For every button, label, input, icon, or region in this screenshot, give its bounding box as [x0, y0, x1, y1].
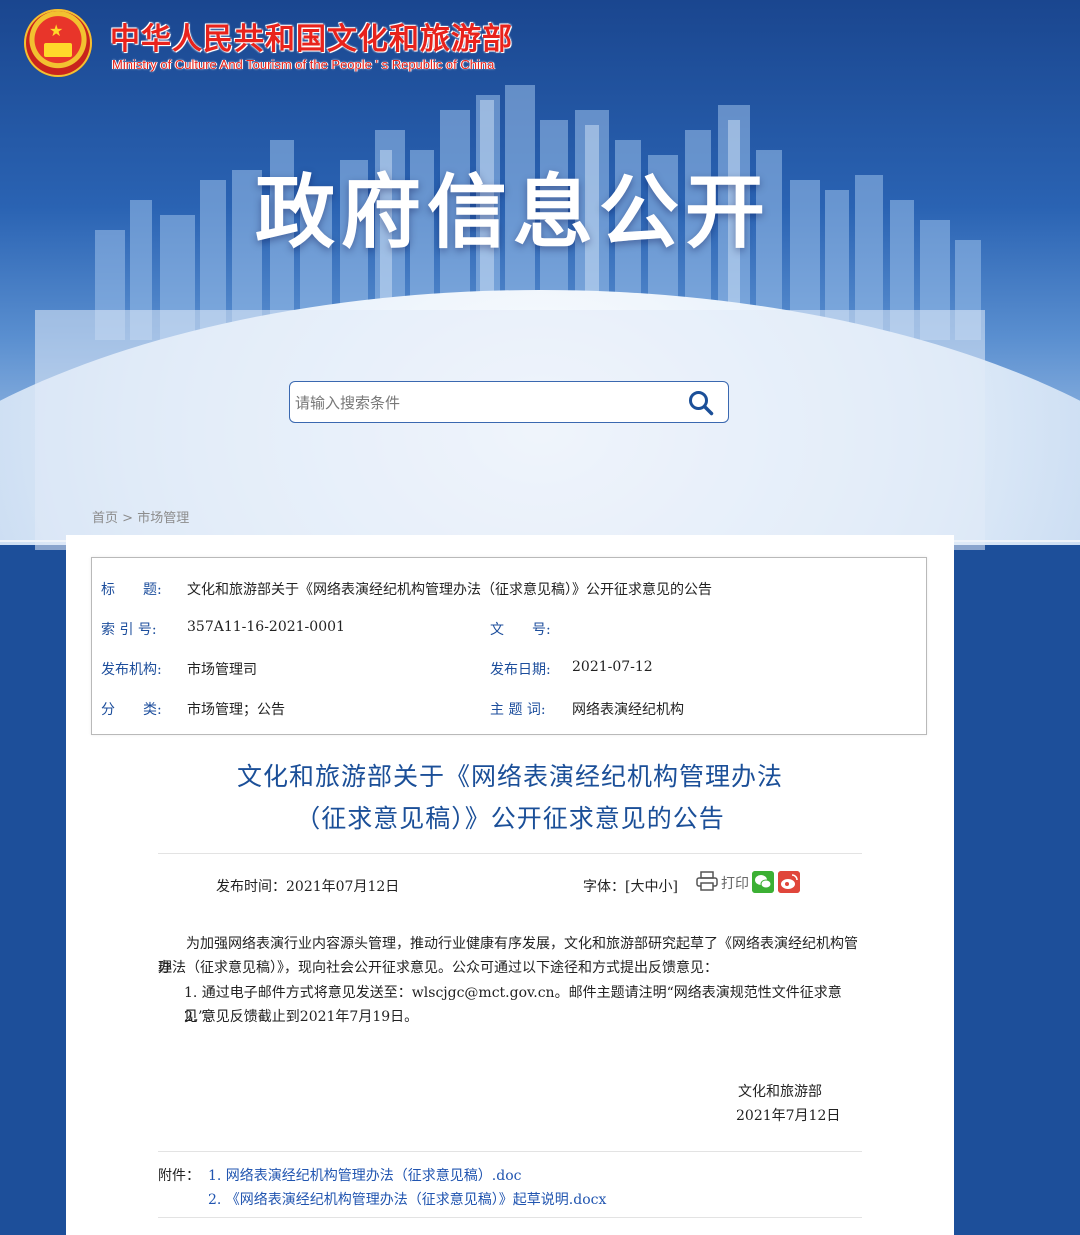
- font-size-selector[interactable]: 字体：[大中小]: [583, 876, 678, 896]
- breadcrumb-separator: >: [122, 511, 134, 526]
- attachment-link-2[interactable]: 2. 《网络表演经纪机构管理办法（征求意见稿）》起草说明.docx: [208, 1189, 606, 1209]
- attachments-label: 附件：: [158, 1168, 200, 1184]
- paragraph-intro-line2: 办法（征求意见稿）》，现向社会公开征求意见。公众可通过以下途径和方式提出反馈意见…: [158, 960, 718, 976]
- metadata-table: 标 题: 文化和旅游部关于《网络表演经纪机构管理办法（征求意见稿）》公开征求意见…: [91, 557, 927, 735]
- signature-date: 2021年7月12日: [736, 1108, 841, 1124]
- ministry-name-en[interactable]: Ministry of Culture And Tourism of the P…: [112, 57, 494, 72]
- national-emblem-icon: ★: [24, 9, 92, 77]
- banner-title: 政府信息公开: [255, 166, 771, 259]
- meta-date-value: 2021-07-12: [572, 659, 653, 675]
- meta-date-label: 发布日期:: [490, 662, 551, 678]
- bottom-divider: [158, 1217, 862, 1218]
- breadcrumb: 首页 > 市场管理: [92, 507, 189, 526]
- weibo-icon[interactable]: [778, 871, 800, 893]
- meta-docno-label: 文 号:: [490, 622, 551, 638]
- meta-keywords-value: 网络表演经纪机构: [572, 702, 684, 718]
- print-button[interactable]: 打印: [721, 873, 749, 893]
- article-card: 标 题: 文化和旅游部关于《网络表演经纪机构管理办法（征求意见稿）》公开征求意见…: [66, 535, 954, 1235]
- breadcrumb-current[interactable]: 市场管理: [137, 511, 189, 526]
- publish-time: 发布时间：2021年07月12日: [216, 879, 400, 895]
- breadcrumb-home[interactable]: 首页: [92, 511, 118, 526]
- meta-title-value: 文化和旅游部关于《网络表演经纪机构管理办法（征求意见稿）》公开征求意见的公告: [187, 582, 712, 598]
- search-box: [289, 381, 729, 423]
- article-title-line2: （征求意见稿）》公开征求意见的公告: [295, 804, 725, 833]
- list-item-2: 2. 意见反馈截止到2021年7月19日。: [184, 1009, 419, 1025]
- title-divider: [158, 853, 862, 854]
- attachment-link-1[interactable]: 1. 网络表演经纪机构管理办法（征求意见稿）.doc: [208, 1165, 522, 1185]
- meta-title-label: 标 题:: [101, 582, 162, 598]
- ministry-name-cn[interactable]: 中华人民共和国文化和旅游部: [110, 14, 513, 58]
- search-input[interactable]: [293, 390, 677, 416]
- attachments-divider: [158, 1151, 862, 1152]
- meta-keywords-label: 主 题 词:: [490, 702, 546, 718]
- meta-category-value: 市场管理；公告: [187, 702, 285, 718]
- wechat-icon[interactable]: [752, 871, 774, 893]
- meta-index-label: 索 引 号:: [101, 622, 157, 638]
- meta-publisher-value: 市场管理司: [187, 662, 257, 678]
- signature-org: 文化和旅游部: [738, 1084, 822, 1100]
- meta-publisher-label: 发布机构:: [101, 662, 162, 678]
- article-title-line1: 文化和旅游部关于《网络表演经纪机构管理办法: [236, 762, 783, 791]
- meta-category-label: 分 类:: [101, 702, 162, 718]
- meta-index-value: 357A11-16-2021-0001: [187, 619, 345, 635]
- search-icon[interactable]: [688, 390, 714, 416]
- print-icon[interactable]: [696, 871, 718, 891]
